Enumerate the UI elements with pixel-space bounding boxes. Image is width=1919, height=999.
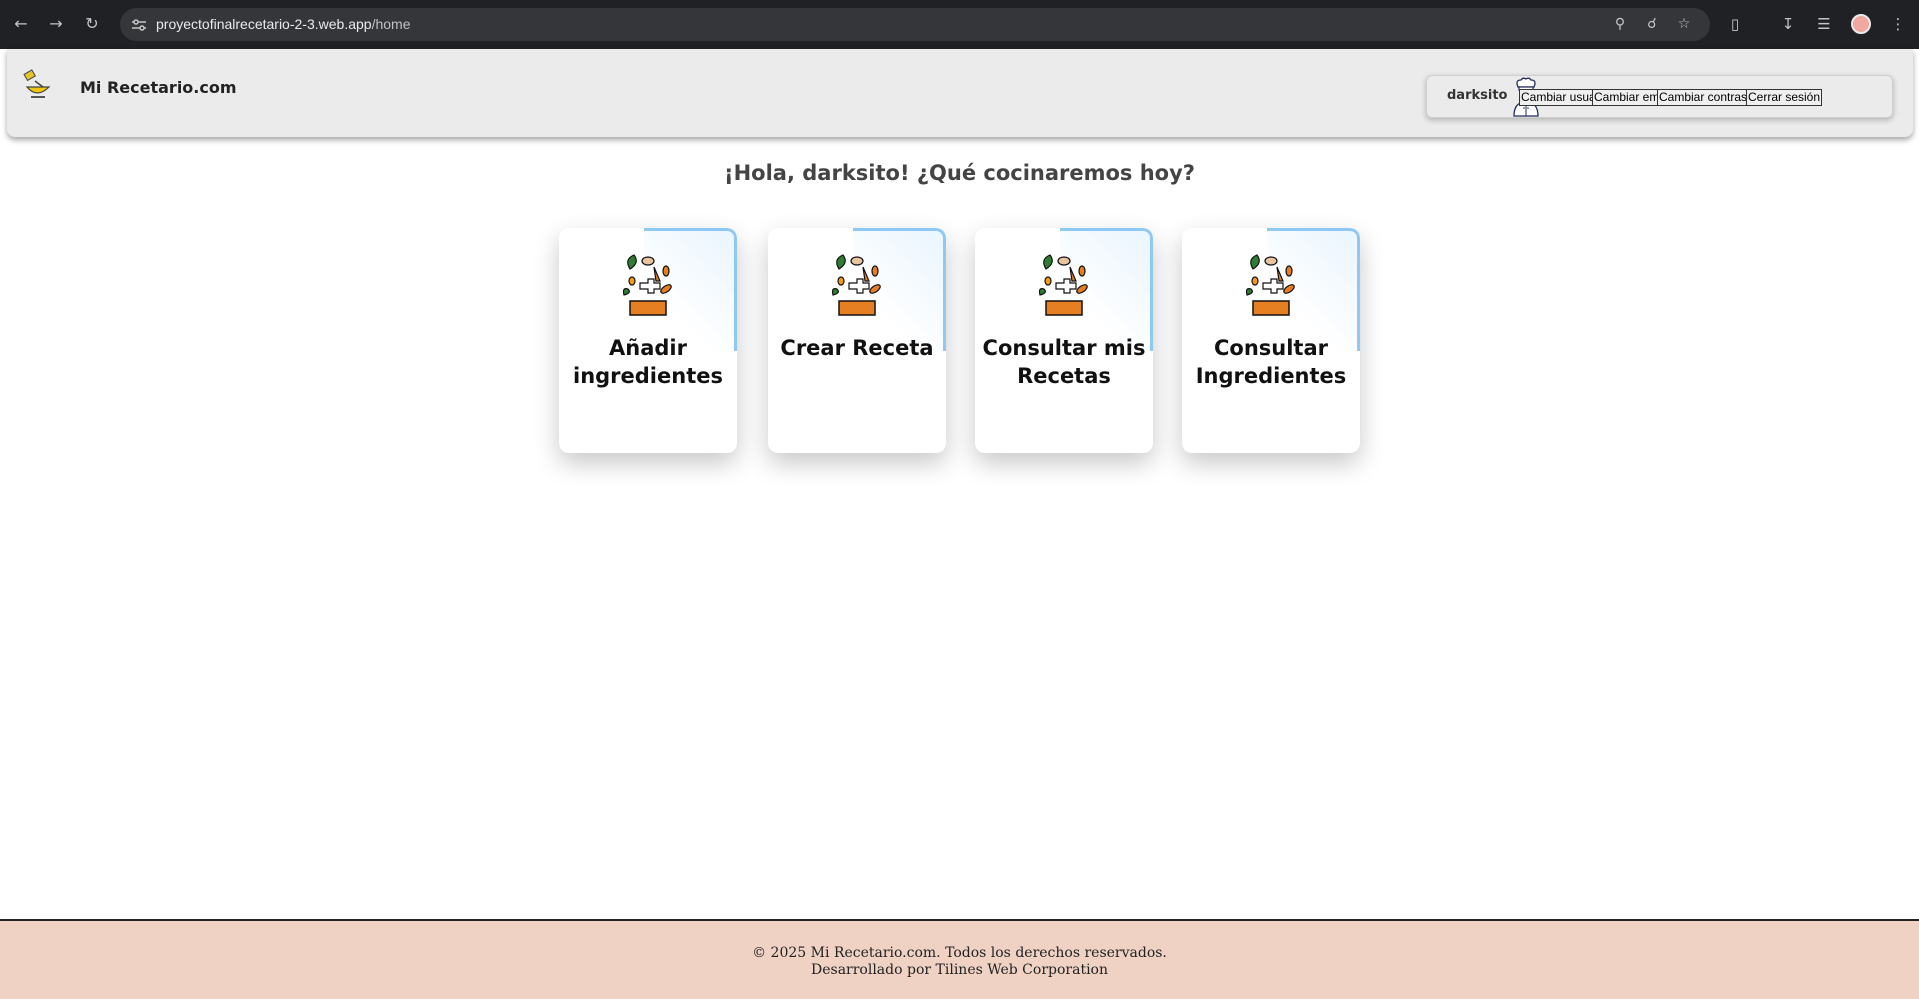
reload-icon[interactable]: ↻ (81, 13, 103, 35)
vegetables-icon (831, 254, 881, 316)
developer-credit: Desarrollado por Tilines Web Corporation (811, 962, 1108, 978)
url-text[interactable]: proyectofinalrecetario-2-3.web.app/home (156, 16, 411, 32)
copyright-text: © 2025 Mi Recetario.com. Todos los derec… (752, 945, 1167, 961)
logout-button[interactable]: Cerrar sesión (1746, 89, 1823, 106)
page-footer: © 2025 Mi Recetario.com. Todos los derec… (0, 919, 1919, 999)
extensions-icon[interactable]: ▯ (1723, 12, 1747, 36)
card-title: Añadir ingredientes (573, 336, 723, 388)
card-create-recipe[interactable]: Crear Receta (768, 228, 946, 453)
card-my-recipes[interactable]: Consultar mis Recetas (975, 228, 1153, 453)
site-info-icon[interactable] (130, 16, 148, 34)
profile-avatar[interactable] (1851, 14, 1871, 34)
browser-toolbar: ← → ↻ proyectofinalrecetario-2-3.web.app… (0, 0, 1919, 49)
menu-icon[interactable]: ⋮ (1886, 12, 1910, 36)
vegetables-icon (1038, 254, 1088, 316)
bookmark-star-icon[interactable]: ☆ (1674, 16, 1694, 34)
recipe-logo-icon (23, 69, 51, 98)
address-bar[interactable]: proyectofinalrecetario-2-3.web.app/home … (120, 8, 1710, 41)
user-menu: darksito Cambiar usuario Cambiar email C… (1426, 75, 1893, 118)
forward-icon[interactable]: → (45, 13, 67, 35)
app-header: Mi Recetario.com darksito Cambiar usuari… (7, 49, 1913, 137)
card-add-ingredients[interactable]: Añadir ingredientes (559, 228, 737, 453)
card-title: Crear Receta (780, 336, 934, 360)
brand-name[interactable]: Mi Recetario.com (80, 78, 237, 97)
back-icon[interactable]: ← (10, 13, 32, 35)
key-icon[interactable]: ⚲ (1610, 16, 1630, 34)
vegetables-icon (622, 254, 672, 316)
card-title: Consultar mis Recetas (982, 336, 1146, 388)
greeting-heading: ¡Hola, darksito! ¿Qué cocinaremos hoy? (724, 161, 1195, 185)
card-view-ingredients[interactable]: Consultar Ingredientes (1182, 228, 1360, 453)
card-title: Consultar Ingredientes (1195, 336, 1347, 388)
vegetables-icon (1245, 254, 1295, 316)
download-icon[interactable]: ↧ (1776, 12, 1800, 36)
username-label: darksito (1447, 88, 1508, 103)
zoom-icon[interactable]: ☌ (1642, 16, 1662, 34)
media-icon[interactable]: ☰ (1812, 12, 1836, 36)
